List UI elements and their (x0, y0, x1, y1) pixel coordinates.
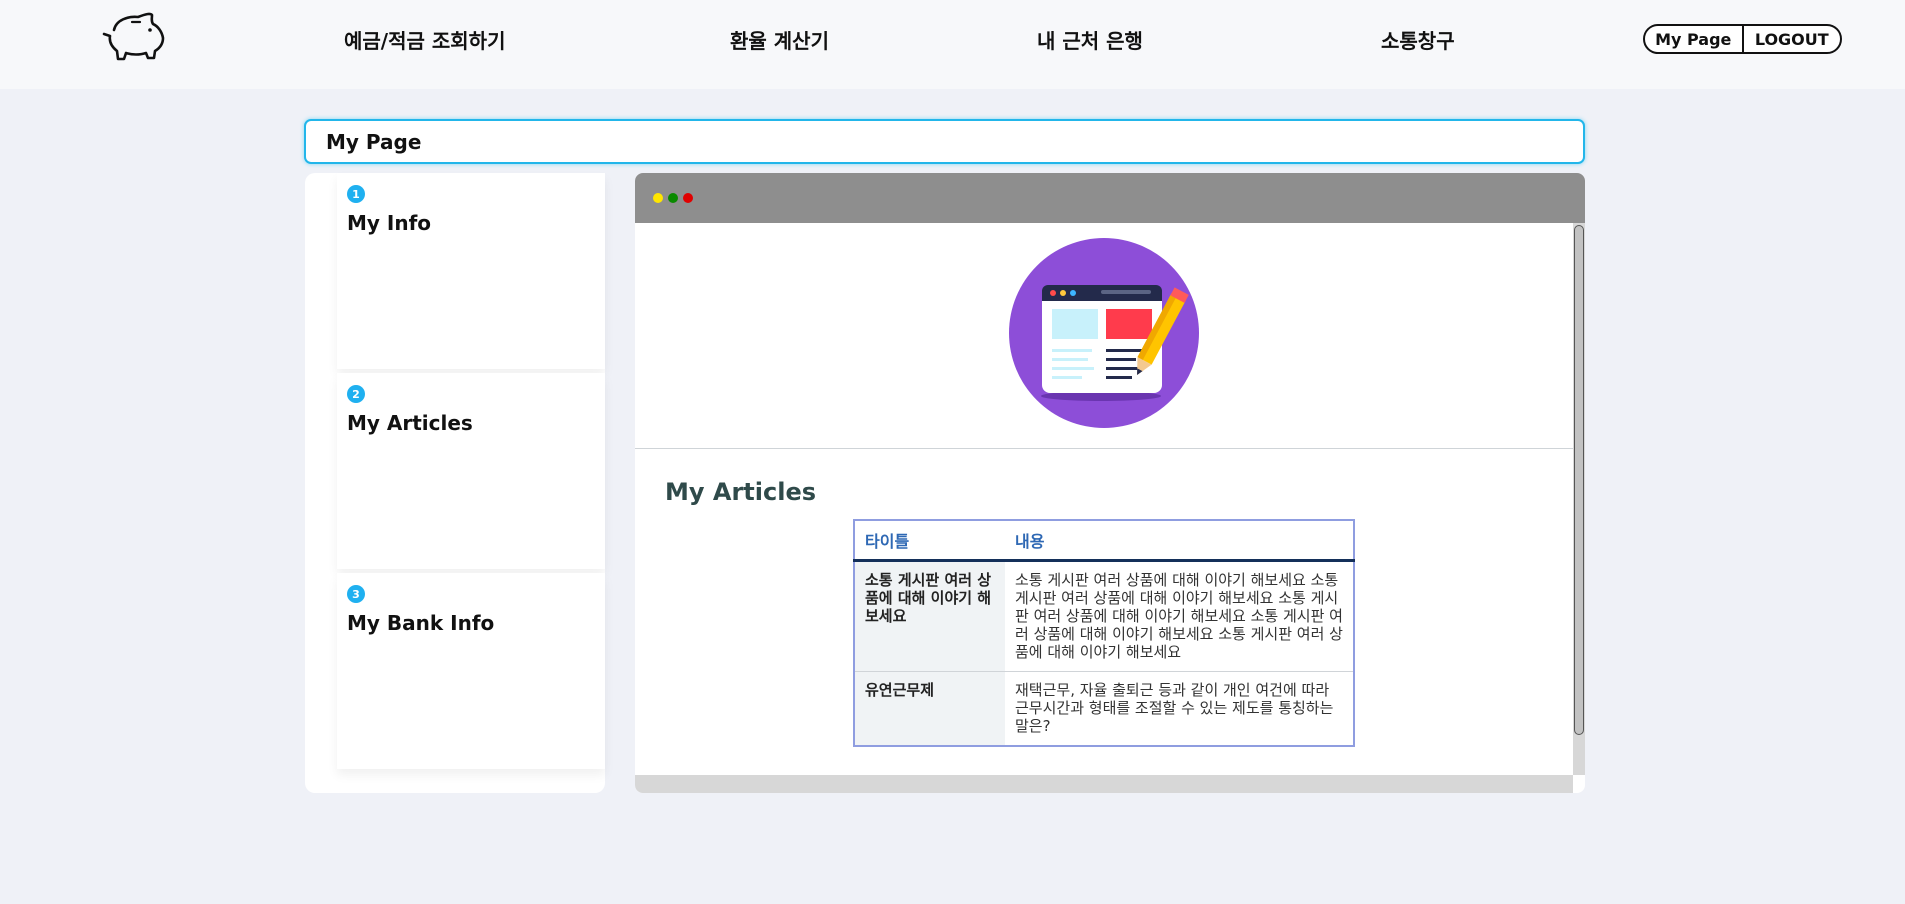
sidebar-item-label: My Articles (347, 411, 473, 435)
step-badge: 2 (347, 385, 365, 403)
step-badge: 1 (347, 185, 365, 203)
step-badge: 3 (347, 585, 365, 603)
window-titlebar (635, 173, 1585, 223)
article-body-cell: 재택근무, 자율 출퇴근 등과 같이 개인 여건에 따라 근무시간과 형태를 조… (1015, 681, 1334, 735)
page-title-bar: My Page (304, 119, 1585, 164)
piggy-bank-icon[interactable] (100, 12, 166, 62)
window-dot-green (668, 193, 678, 203)
column-header: 내용 (1005, 520, 1354, 562)
sidebar-item-my-articles[interactable]: 2 My Articles (337, 373, 605, 569)
sidebar-item-my-bank-info[interactable]: 3 My Bank Info (337, 573, 605, 769)
mypage-button[interactable]: My Page (1645, 26, 1742, 52)
sidebar-item-my-info[interactable]: 1 My Info (337, 173, 605, 369)
table-row[interactable]: 소통 게시판 여러 상품에 대해 이야기 해보세요 소통 게시판 여러 상품에 … (854, 560, 1354, 672)
column-header: 타이틀 (854, 520, 1005, 562)
window-dot-yellow (653, 193, 663, 203)
scrollbar-thumb[interactable] (1574, 225, 1584, 735)
content-window: My Articles 타이틀 내용 소통 게시판 여러 상품에 대해 이야기 … (635, 173, 1585, 793)
nav-exchange-calculator[interactable]: 환율 계산기 (730, 25, 829, 54)
nav-community[interactable]: 소통창구 (1381, 25, 1455, 54)
page-title: My Page (326, 130, 422, 154)
horizontal-scrollbar[interactable] (635, 775, 1573, 793)
sidebar: 1 My Info 2 My Articles 3 My Bank Info (305, 173, 605, 793)
nav-nearby-bank[interactable]: 내 근처 은행 (1037, 25, 1143, 54)
sidebar-item-label: My Info (347, 211, 432, 235)
table-row[interactable]: 유연근무제 재택근무, 자율 출퇴근 등과 같이 개인 여건에 따라 근무시간과… (854, 671, 1354, 746)
section-title: My Articles (665, 478, 817, 506)
table-header-row: 타이틀 내용 (854, 520, 1354, 562)
sidebar-item-label: My Bank Info (347, 611, 495, 635)
vertical-scrollbar[interactable] (1573, 223, 1585, 775)
articles-table: 타이틀 내용 소통 게시판 여러 상품에 대해 이야기 해보세요 소통 게시판 … (853, 519, 1355, 747)
article-body-cell: 소통 게시판 여러 상품에 대해 이야기 해보세요 소통 게시판 여러 상품에 … (1005, 560, 1354, 672)
content-area: My Articles 타이틀 내용 소통 게시판 여러 상품에 대해 이야기 … (635, 223, 1573, 775)
nav-deposit-savings[interactable]: 예금/적금 조회하기 (344, 25, 505, 54)
article-edit-icon (1009, 238, 1199, 428)
article-title-cell: 소통 게시판 여러 상품에 대해 이야기 해보세요 (854, 560, 1005, 672)
window-dot-red (683, 193, 693, 203)
auth-button-group: My Page LOGOUT (1643, 24, 1842, 54)
section-divider (635, 448, 1573, 449)
article-title-cell: 유연근무제 (854, 671, 1005, 746)
logout-button[interactable]: LOGOUT (1741, 26, 1841, 52)
top-header: 예금/적금 조회하기 환율 계산기 내 근처 은행 소통창구 My Page L… (0, 0, 1905, 89)
